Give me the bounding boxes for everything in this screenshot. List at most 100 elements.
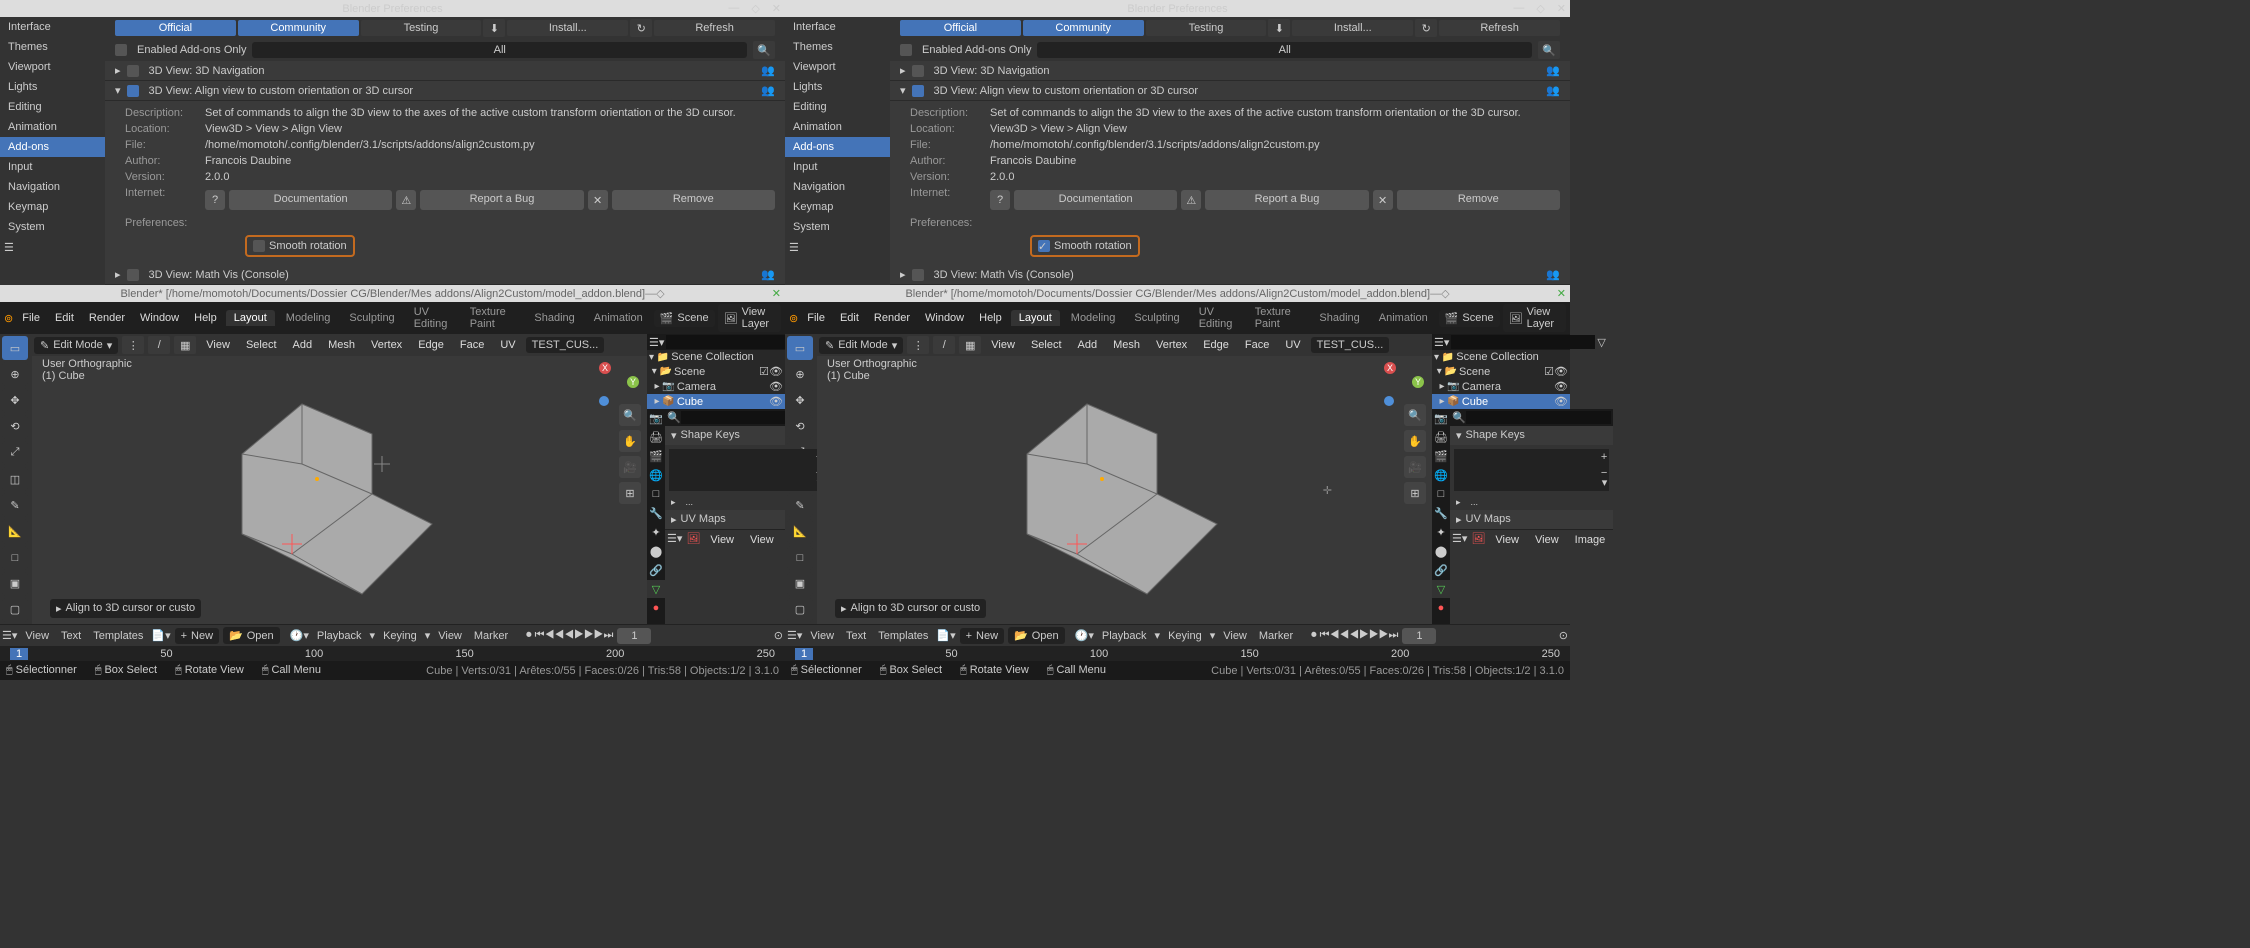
addon-mathvis[interactable]: ▸3D View: Math Vis (Console) 👥 [105, 265, 785, 285]
workspace-texpaint[interactable]: Texture Paint [462, 304, 524, 332]
mode-selector[interactable]: ✎ Edit Mode ▾ [34, 337, 118, 354]
tab-community[interactable]: Community [238, 20, 359, 36]
hamburger-icon[interactable]: ☰ [4, 241, 14, 254]
vpmenu-view[interactable]: View [200, 337, 236, 353]
addon-enabled-checkbox[interactable] [127, 85, 139, 97]
tab-testing[interactable]: Testing [361, 20, 482, 36]
remove-icon[interactable]: ✕ [588, 190, 608, 210]
remove-button[interactable]: Remove [612, 190, 775, 210]
smooth-rotation-pref-checked[interactable]: ✓ Smooth rotation [1030, 235, 1140, 257]
documentation-button[interactable]: Documentation [229, 190, 392, 210]
close-icon[interactable]: ✕ [772, 2, 781, 15]
imgmenu-view2[interactable]: View [744, 532, 780, 548]
workspace-animation[interactable]: Animation [586, 310, 651, 326]
imgmenu-view[interactable]: View [704, 532, 740, 548]
vpmenu-select[interactable]: Select [240, 337, 283, 353]
text-icon[interactable]: 📄▾ [151, 629, 170, 642]
menu-help[interactable]: Help [188, 310, 223, 326]
editor-icon[interactable]: ☰▾ [667, 532, 682, 548]
vpmenu-vertex[interactable]: Vertex [365, 337, 408, 353]
close-icon[interactable]: ✕ [772, 287, 781, 300]
outliner-collection[interactable]: ▾ 📂 Scene ☑👁 [647, 364, 785, 379]
outliner-scene-collection[interactable]: ▾ 📁 Scene Collection [647, 350, 785, 364]
prop-modifier-icon[interactable]: 🔧 [647, 504, 665, 522]
minimize-icon[interactable]: — [728, 2, 739, 15]
vpmenu-uv[interactable]: UV [494, 337, 521, 353]
menu-window[interactable]: Window [134, 310, 185, 326]
zoom-icon[interactable]: 🔍 [619, 404, 641, 426]
smooth-rotation-checkbox-on[interactable]: ✓ [1038, 240, 1050, 252]
tool-extrude[interactable]: ▣ [2, 572, 28, 596]
persp-icon[interactable]: ⊞ [619, 482, 641, 504]
sidetab-input[interactable]: Input [0, 157, 105, 177]
download-icon[interactable]: ⬇ [483, 19, 505, 37]
tool-annotate[interactable]: ✎ [2, 493, 28, 517]
sidetab-keymap[interactable]: Keymap [0, 197, 105, 217]
select-mode-vert[interactable]: ⋮ [122, 336, 144, 354]
frame-current[interactable]: 1 [617, 628, 651, 644]
sidetab-interface[interactable]: Interface [0, 17, 105, 37]
nav-gizmo[interactable]: XY [599, 358, 639, 398]
pan-icon[interactable]: ✋ [619, 430, 641, 452]
viewport-3d[interactable]: ✎ Edit Mode ▾ ⋮ / ▦ View Select Add Mesh… [32, 334, 647, 624]
timeline-ruler[interactable]: 1 50100150200250 [0, 646, 785, 661]
addon-3d-navigation[interactable]: ▸3D View: 3D Navigation 👥 [105, 61, 785, 81]
enabled-only-checkbox[interactable] [115, 44, 127, 56]
workspace-sculpting[interactable]: Sculpting [341, 310, 402, 326]
tlmenu-view[interactable]: View [21, 628, 53, 644]
smooth-rotation-checkbox[interactable] [253, 240, 265, 252]
workspace-uvediting[interactable]: UV Editing [406, 304, 459, 332]
category-all[interactable]: All [252, 42, 747, 58]
tab-official[interactable]: Official [115, 20, 236, 36]
vpmenu-face[interactable]: Face [454, 337, 490, 353]
smooth-rotation-pref[interactable]: Smooth rotation [245, 235, 355, 257]
tool-cursor[interactable]: ⊕ [2, 362, 28, 386]
tlmenu-text[interactable]: Text [57, 628, 85, 644]
camera-icon[interactable]: 🎥 [619, 456, 641, 478]
tlmenu-templates[interactable]: Templates [89, 628, 147, 644]
sidetab-editing[interactable]: Editing [0, 97, 105, 117]
prop-mesh-icon[interactable]: ▽ [647, 580, 665, 598]
prop-output-icon[interactable]: 🖨 [647, 428, 665, 446]
select-mode-edge[interactable]: / [148, 336, 170, 354]
select-mode-face[interactable]: ▦ [174, 336, 196, 354]
vpmenu-mesh[interactable]: Mesh [322, 337, 361, 353]
addon-align-view[interactable]: ▾3D View: Align view to custom orientati… [105, 81, 785, 101]
view-layer-selector[interactable]: 🖼 View Layer [718, 304, 781, 332]
blender-logo-icon[interactable]: ⊚ [4, 312, 13, 325]
bug-icon[interactable]: ⚠ [396, 190, 416, 210]
prop-render-icon[interactable]: 📷 [647, 409, 665, 427]
search-icon[interactable]: 🔍 [667, 411, 681, 424]
sidetab-addons[interactable]: Add-ons [0, 137, 105, 157]
tool-inset[interactable]: ▢ [2, 598, 28, 622]
prop-world-icon[interactable]: 🌐 [647, 466, 665, 484]
workspace-modeling[interactable]: Modeling [278, 310, 339, 326]
workspace-layout[interactable]: Layout [226, 310, 275, 326]
search-icon[interactable]: 🔍 [753, 41, 775, 59]
menu-render[interactable]: Render [83, 310, 131, 326]
prop-scene-icon[interactable]: 🎬 [647, 447, 665, 465]
autokey-icon[interactable]: ⊙ [774, 629, 783, 642]
workspace-shading[interactable]: Shading [526, 310, 582, 326]
outliner-camera[interactable]: ▸ 📷 Camera 👁 [647, 379, 785, 394]
tool-scale[interactable]: ⤢ [2, 441, 28, 465]
orientation-selector[interactable]: TEST_CUS... [526, 337, 605, 353]
menu-file[interactable]: File [16, 310, 46, 326]
install-button[interactable]: Install... [507, 20, 628, 36]
vpmenu-add[interactable]: Add [287, 337, 319, 353]
editor-icon[interactable]: ☰▾ [2, 629, 17, 642]
tool-rotate[interactable]: ⟲ [2, 415, 28, 439]
help-icon[interactable]: ? [205, 190, 225, 210]
tool-add-cube[interactable]: □ [2, 546, 28, 570]
sidetab-animation[interactable]: Animation [0, 117, 105, 137]
operator-hint[interactable]: ▸ Align to 3D cursor or custo [50, 599, 201, 618]
scene-selector[interactable]: 🎬 Scene [654, 310, 715, 327]
vpmenu-edge[interactable]: Edge [412, 337, 450, 353]
editor-icon[interactable]: ☰▾ [649, 336, 664, 349]
sidetab-lights[interactable]: Lights [0, 77, 105, 97]
sidetab-themes[interactable]: Themes [0, 37, 105, 57]
sidetab-system[interactable]: System [0, 217, 105, 237]
tool-select[interactable]: ▭ [2, 336, 28, 360]
prop-object-icon[interactable]: □ [647, 485, 665, 503]
sidetab-viewport[interactable]: Viewport [0, 57, 105, 77]
